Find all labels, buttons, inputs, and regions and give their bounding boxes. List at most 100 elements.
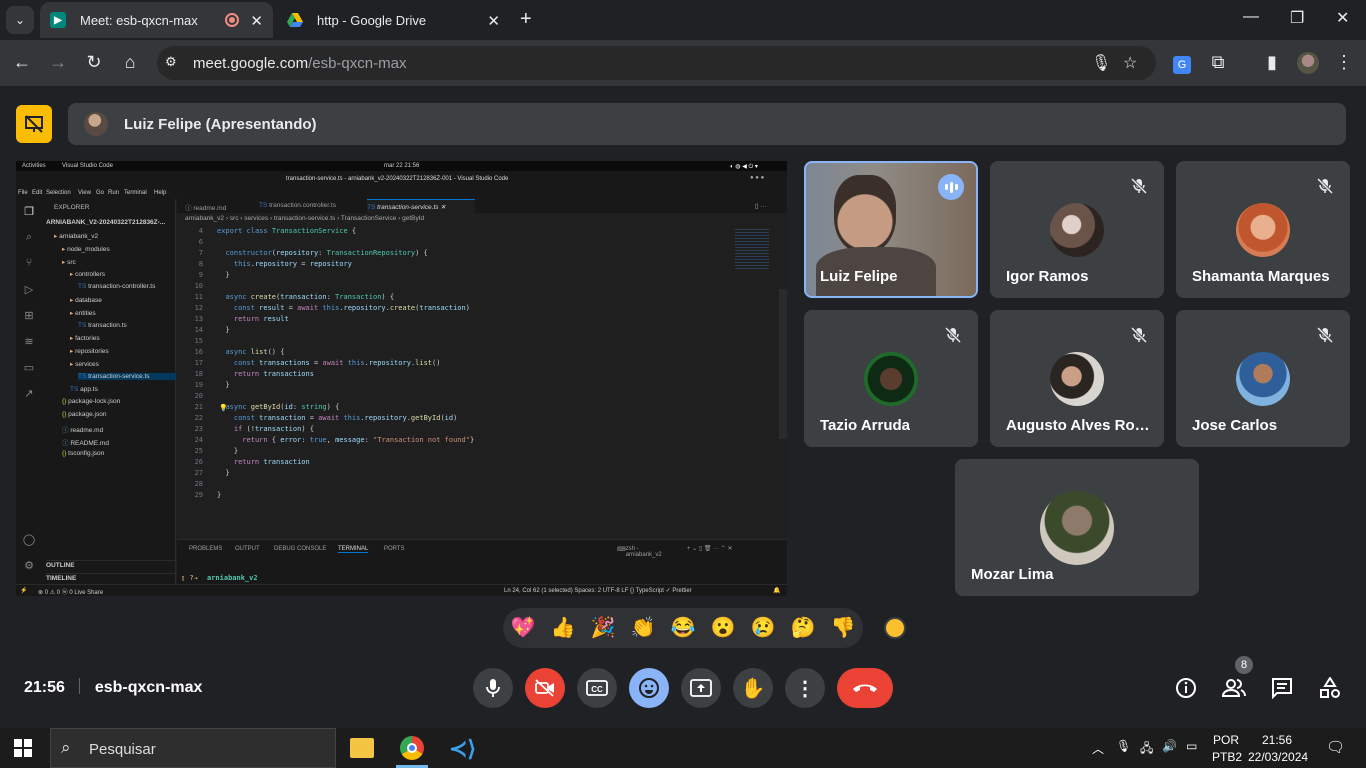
menu-help[interactable]: Help — [154, 190, 166, 196]
close-window-button[interactable]: ✕ — [1336, 8, 1349, 28]
tree-item[interactable]: ▸ arniabank_v2 — [54, 232, 98, 240]
run-debug-icon[interactable]: ▷ — [22, 283, 36, 297]
microphone-button[interactable] — [473, 668, 513, 708]
restore-button[interactable]: ❐ — [1290, 8, 1304, 28]
tree-item[interactable]: ▸ entities — [70, 309, 96, 317]
tree-item[interactable]: ⓘ readme.md — [62, 424, 103, 434]
lightbulb-icon[interactable]: 💡 — [219, 404, 228, 412]
code-line[interactable]: 17 const transactions = await this.repos… — [177, 359, 441, 370]
editor-tab-service[interactable]: TS transaction-service.ts ✕ — [367, 199, 475, 213]
extensions-icon[interactable]: ⊞ — [22, 309, 36, 323]
tree-item[interactable]: ▸ src — [62, 258, 76, 266]
file-explorer-icon[interactable] — [350, 738, 374, 758]
code-line[interactable]: 25 } — [177, 447, 239, 458]
close-icon[interactable]: ✕ — [487, 12, 500, 30]
tree-item[interactable]: ▸ controllers — [70, 270, 105, 278]
panel-tab-ports[interactable]: PORTS — [384, 546, 405, 552]
volume-icon[interactable]: 🔊 — [1162, 739, 1177, 753]
tree-item[interactable]: TS transaction-service.ts — [78, 372, 176, 380]
menu-selection[interactable]: Selection — [46, 190, 71, 196]
notification-center-icon[interactable]: 🗨 — [1326, 738, 1345, 756]
code-line[interactable]: 9 } — [177, 271, 230, 282]
camera-button[interactable] — [525, 668, 565, 708]
menu-terminal[interactable]: Terminal — [124, 190, 147, 196]
editor-actions-icon[interactable]: ▯ ··· — [755, 202, 767, 210]
code-line[interactable]: 23 if (!transaction) { — [177, 425, 314, 436]
code-line[interactable]: 20 — [177, 392, 217, 403]
tree-item[interactable]: TS transaction.ts — [78, 322, 127, 329]
language-bottom[interactable]: PTB2 — [1212, 750, 1242, 764]
menu-edit[interactable]: Edit — [32, 190, 42, 196]
microphone-icon[interactable]: 🎙 — [1091, 53, 1111, 73]
code-line[interactable]: 4 export class TransactionService { — [177, 227, 356, 238]
chrome-icon[interactable] — [400, 736, 424, 760]
gear-icon[interactable]: ⚙ — [22, 559, 36, 573]
editor-tab-readme[interactable]: ⓘ readme.md — [185, 199, 257, 213]
code-line[interactable]: 14 } — [177, 326, 230, 337]
panel-tab-output[interactable]: OUTPUT — [235, 546, 260, 552]
reaction-surprised[interactable]: 😮 — [709, 615, 737, 641]
participant-tile[interactable]: Shamanta Marques — [1176, 161, 1350, 298]
chat-button[interactable] — [1269, 675, 1295, 701]
reaction-tears-of-joy[interactable]: 😂 — [669, 615, 697, 641]
account-icon[interactable]: ◯ — [22, 533, 36, 547]
vscode-icon[interactable]: ≺⟩ — [449, 736, 476, 762]
address-bar[interactable]: ⚙ meet.google.com/esb-qxcn-max 🎙 ☆ — [157, 46, 1156, 80]
tree-item[interactable]: ▸ database — [70, 296, 102, 304]
chevron-up-icon[interactable]: ︿ — [1092, 740, 1104, 757]
taskbar-search[interactable]: ⌕ Pesquisar — [50, 728, 336, 768]
panel-tab-problems[interactable]: PROBLEMS — [189, 546, 222, 552]
remote-icon[interactable]: ⚡ — [20, 587, 27, 594]
raise-hand-button[interactable]: ✋ — [733, 668, 773, 708]
tree-item[interactable]: TS app.ts — [70, 386, 98, 393]
search-icon[interactable]: ⌕ — [22, 231, 36, 245]
captions-button[interactable]: CC — [577, 668, 617, 708]
profile-avatar[interactable] — [1296, 52, 1320, 79]
code-line[interactable]: 16 async list() { — [177, 348, 285, 359]
taskbar-date[interactable]: 22/03/2024 — [1248, 750, 1308, 764]
code-line[interactable]: 13 return result — [177, 315, 289, 326]
more-options-button[interactable]: ⋮ — [785, 668, 825, 708]
people-button[interactable] — [1221, 675, 1247, 701]
back-button[interactable]: ← — [10, 52, 34, 73]
site-info-icon[interactable]: ⚙ — [165, 54, 177, 70]
tab-meet[interactable]: ▶ Meet: esb-qxcn-max ✕ — [40, 2, 273, 38]
source-control-icon[interactable]: ⑂ — [22, 257, 36, 271]
menu-go[interactable]: Go — [96, 190, 104, 196]
workspace-name[interactable]: ARNIABANK_V2-20240322T212836Z-... — [46, 219, 165, 226]
tree-item[interactable]: {} tsconfig.json — [62, 450, 104, 457]
meeting-details-button[interactable] — [1173, 675, 1199, 701]
code-line[interactable]: 27 } — [177, 469, 230, 480]
live-share-icon[interactable]: ↗ — [22, 387, 36, 401]
tree-item[interactable]: ⓘ README.md — [62, 437, 109, 447]
code-line[interactable]: 19 } — [177, 381, 230, 392]
code-line[interactable]: 28 — [177, 480, 217, 491]
participant-tile[interactable]: Augusto Alves Rodr… — [990, 310, 1164, 447]
new-tab-button[interactable]: + — [520, 8, 532, 31]
reaction-crying[interactable]: 😢 — [749, 615, 777, 641]
close-icon[interactable]: ✕ — [250, 12, 263, 30]
tab-search-button[interactable]: ⌄ — [6, 6, 34, 34]
code-line[interactable]: 11 async create(transaction: Transaction… — [177, 293, 395, 304]
windows-start-icon[interactable] — [14, 739, 32, 762]
code-line[interactable]: 18 return transactions — [177, 370, 314, 381]
code-line[interactable]: 12 const result = await this.repository.… — [177, 304, 470, 315]
presentation-icon[interactable] — [16, 105, 52, 143]
participant-tile[interactable]: Igor Ramos — [990, 161, 1164, 298]
timeline-section[interactable]: TIMELINE — [46, 573, 180, 582]
files-icon[interactable]: ❐ — [22, 205, 36, 219]
terminal-prompt[interactable]: arniabank_v2 — [207, 574, 258, 582]
side-panel-icon[interactable]: ▮ — [1260, 52, 1284, 73]
code-line[interactable]: 22 const transaction = await this.reposi… — [177, 414, 458, 425]
present-screen-button[interactable] — [681, 668, 721, 708]
panel-tab-debug-console[interactable]: DEBUG CONSOLE — [274, 546, 326, 552]
code-line[interactable]: 8 this.repository = repository — [177, 260, 352, 271]
translate-icon[interactable]: G — [1170, 52, 1194, 74]
reload-button[interactable]: ↻ — [82, 52, 106, 73]
code-line[interactable]: 10 — [177, 282, 217, 293]
reaction-party-popper[interactable]: 🎉 — [589, 615, 617, 641]
panel-tab-terminal[interactable]: TERMINAL — [338, 546, 369, 553]
reaction-clapping[interactable]: 👏 — [629, 615, 657, 641]
notifications-icon[interactable]: 🔔 — [773, 587, 780, 594]
editor-scrollbar[interactable] — [779, 289, 787, 439]
